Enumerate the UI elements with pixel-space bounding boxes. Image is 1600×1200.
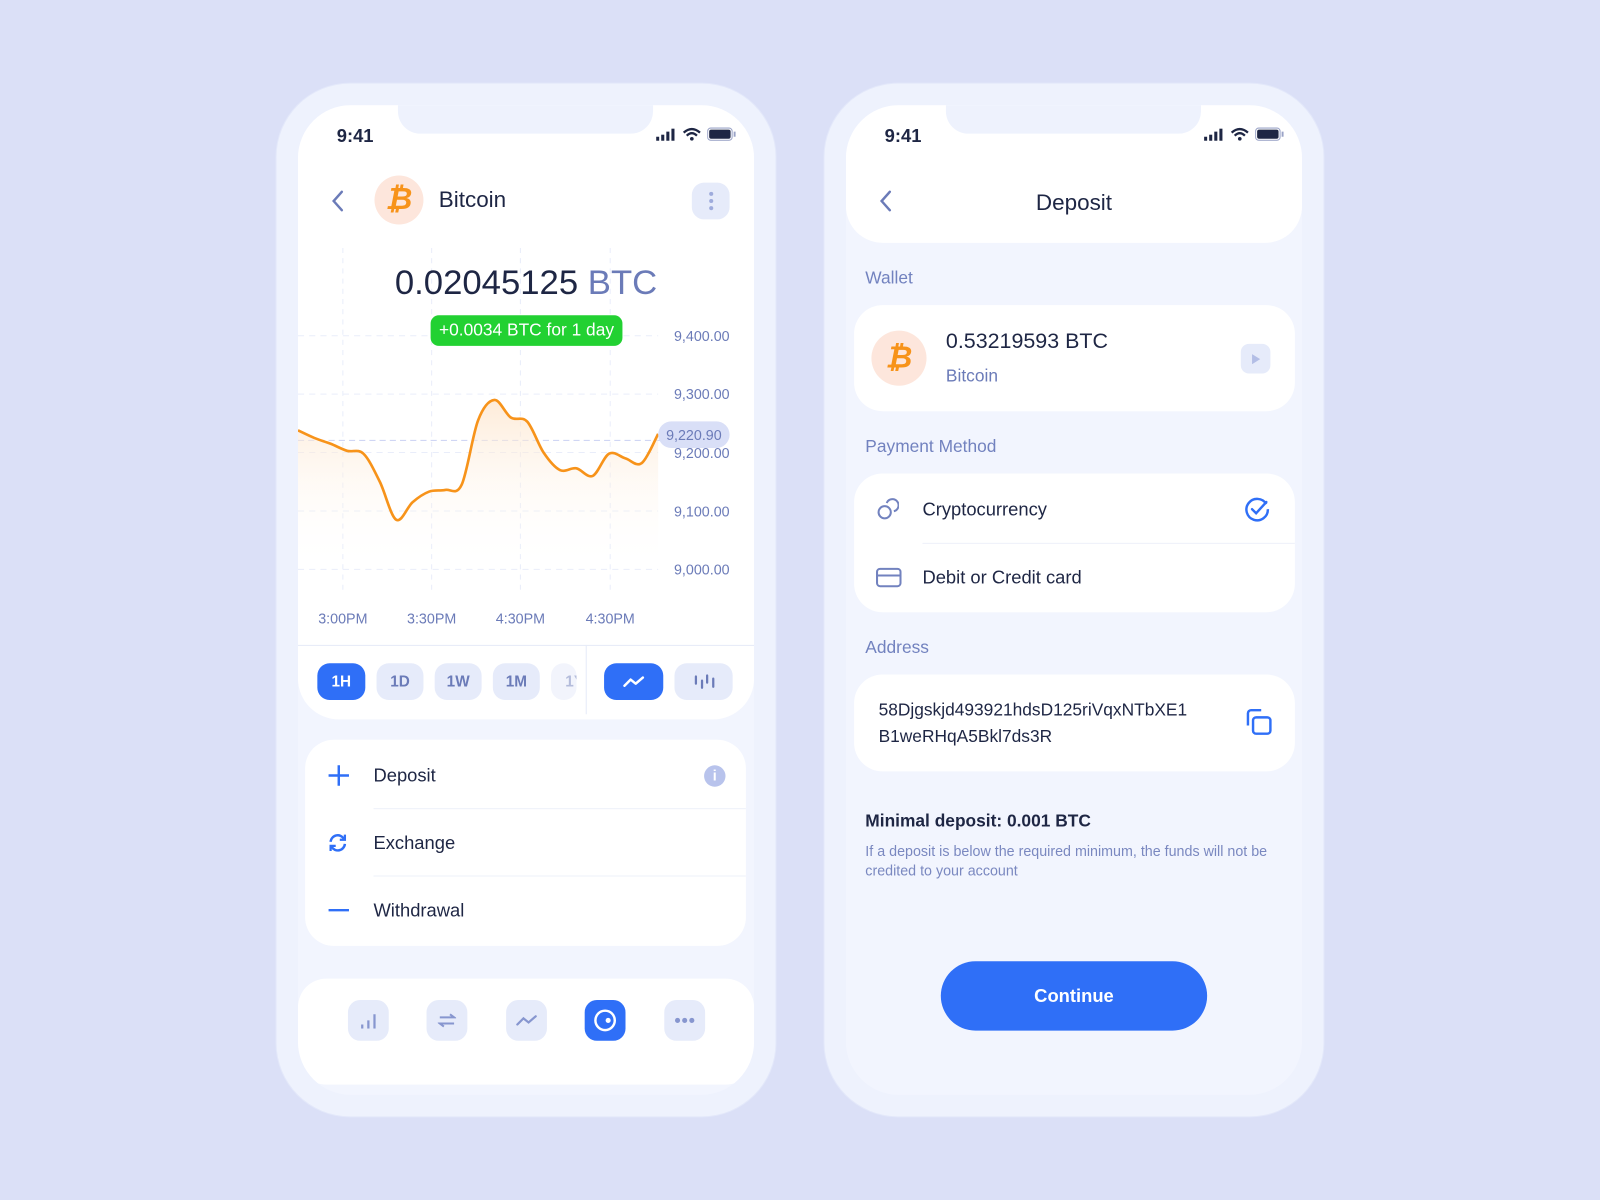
notch (945, 105, 1202, 134)
wifi-icon (682, 127, 701, 141)
bitcoin-logo-icon: ₿ (871, 330, 927, 386)
minimal-deposit: Minimal deposit: 0.001 BTC (865, 811, 1091, 831)
more-options-button[interactable] (691, 182, 730, 220)
divider (297, 644, 755, 646)
status-time: 9:41 (884, 125, 922, 146)
line-chart-button[interactable] (604, 663, 664, 700)
method-card[interactable]: Debit or Credit card (854, 544, 1295, 611)
phone-deposit: 9:41 Deposit Wallet ₿ 0.53219593 BTC Bit… (824, 83, 1324, 1117)
balance-amount: 0.02045125 (394, 263, 579, 303)
page-title: Deposit (1035, 189, 1113, 216)
address-value[interactable]: 58Djgskjd493921hdsD125riVqxNTbXE1 B1weRHq… (879, 697, 1188, 750)
nav-wallet[interactable] (584, 999, 626, 1041)
info-icon[interactable]: i (704, 764, 726, 787)
notch (397, 105, 654, 134)
bottom-nav (297, 978, 755, 1085)
play-icon (1251, 353, 1260, 364)
candlestick-icon (694, 674, 714, 689)
coins-icon (877, 498, 899, 520)
divider (585, 644, 587, 715)
status-icons (1204, 127, 1284, 141)
back-icon[interactable] (330, 190, 346, 212)
wifi-icon (1230, 127, 1249, 141)
trend-icon (516, 1015, 537, 1026)
x-tick-label: 4:30PM (585, 610, 635, 627)
candlestick-button[interactable] (674, 663, 733, 700)
chart-area-fill (297, 399, 659, 570)
status-time: 9:41 (336, 125, 374, 146)
phone-bitcoin: 9:41 ₿ Bitcoin 0.02045125 BTC +0.0034 BT… (276, 83, 776, 1117)
wallet-select-button[interactable] (1240, 343, 1271, 374)
signal-icon (1204, 128, 1223, 141)
wallet-name: Bitcoin (945, 366, 998, 386)
method-label: Debit or Credit card (922, 566, 1082, 588)
bitcoin-logo-icon: ₿ (374, 175, 424, 225)
x-tick-label: 3:30PM (407, 610, 457, 627)
actions-card: Deposit i Exchange Withdrawal (305, 739, 746, 946)
signal-icon (656, 128, 675, 141)
continue-button[interactable]: Continue (940, 961, 1208, 1031)
x-tick-label: 3:00PM (318, 610, 368, 627)
minus-icon (328, 908, 349, 912)
deposit-screen: 9:41 Deposit Wallet ₿ 0.53219593 BTC Bit… (845, 105, 1303, 1095)
action-withdrawal[interactable]: Withdrawal (305, 877, 746, 944)
target-icon (594, 1009, 617, 1032)
refresh-icon (329, 834, 347, 852)
balance-unit: BTC (587, 263, 658, 303)
plus-icon (328, 765, 349, 786)
check-circle-icon (1245, 497, 1270, 522)
more-icon (674, 1017, 695, 1023)
range-1m[interactable]: 1M (492, 663, 540, 700)
address-label: Address (865, 637, 929, 658)
action-exchange[interactable]: Exchange (305, 809, 746, 876)
nav-exchange[interactable] (426, 999, 468, 1041)
wallet-label: Wallet (865, 268, 913, 288)
current-price-tag: 9,220.90 (658, 421, 730, 448)
wallet-card[interactable]: ₿ 0.53219593 BTC Bitcoin (854, 305, 1295, 412)
x-tick-label: 4:30PM (495, 610, 546, 627)
range-1y[interactable]: 1Y (551, 663, 577, 700)
range-1d[interactable]: 1D (376, 663, 424, 700)
y-tick-label: 9,000.00 (673, 561, 730, 578)
address-line: B1weRHqA5Bkl7ds3R (878, 726, 1053, 746)
copy-icon[interactable] (1244, 708, 1273, 737)
payment-method-label: Payment Method (865, 436, 997, 457)
minimum-note: If a deposit is below the required minim… (865, 842, 1268, 879)
y-tick-label: 9,300.00 (673, 385, 730, 403)
nav-trends[interactable] (506, 999, 547, 1041)
bitcoin-screen: 9:41 ₿ Bitcoin 0.02045125 BTC +0.0034 BT… (297, 105, 755, 1095)
method-label: Cryptocurrency (922, 498, 1047, 519)
status-icons (656, 127, 736, 141)
bar-chart-icon (361, 1014, 376, 1029)
action-label: Withdrawal (373, 899, 465, 920)
action-label: Deposit (373, 764, 436, 786)
swap-icon (437, 1013, 457, 1028)
battery-icon (1255, 127, 1284, 141)
action-deposit[interactable]: Deposit i (305, 742, 746, 809)
wallet-amount: 0.53219593 BTC (945, 329, 1108, 354)
address-line: 58Djgskjd493921hdsD125riVqxNTbXE1 (878, 699, 1188, 720)
address-card: 58Djgskjd493921hdsD125riVqxNTbXE1 B1weRHq… (854, 674, 1295, 772)
credit-card-icon (876, 567, 902, 588)
change-badge: +0.0034 BTC for 1 day (430, 315, 623, 346)
balance: 0.02045125 BTC (298, 263, 754, 303)
range-1h[interactable]: 1H (317, 663, 366, 700)
action-label: Exchange (373, 832, 456, 853)
nav-stats[interactable] (347, 999, 389, 1041)
battery-icon (707, 127, 736, 141)
nav-more[interactable] (664, 999, 706, 1041)
range-1w[interactable]: 1W (434, 663, 482, 700)
y-tick-label: 9,400.00 (673, 327, 730, 344)
method-cryptocurrency[interactable]: Cryptocurrency (854, 476, 1295, 543)
y-tick-label: 9,100.00 (673, 502, 730, 520)
payment-method-card: Cryptocurrency Debit or Credit card (854, 473, 1295, 613)
page-title: Bitcoin (438, 186, 507, 213)
line-chart-icon (623, 676, 645, 687)
